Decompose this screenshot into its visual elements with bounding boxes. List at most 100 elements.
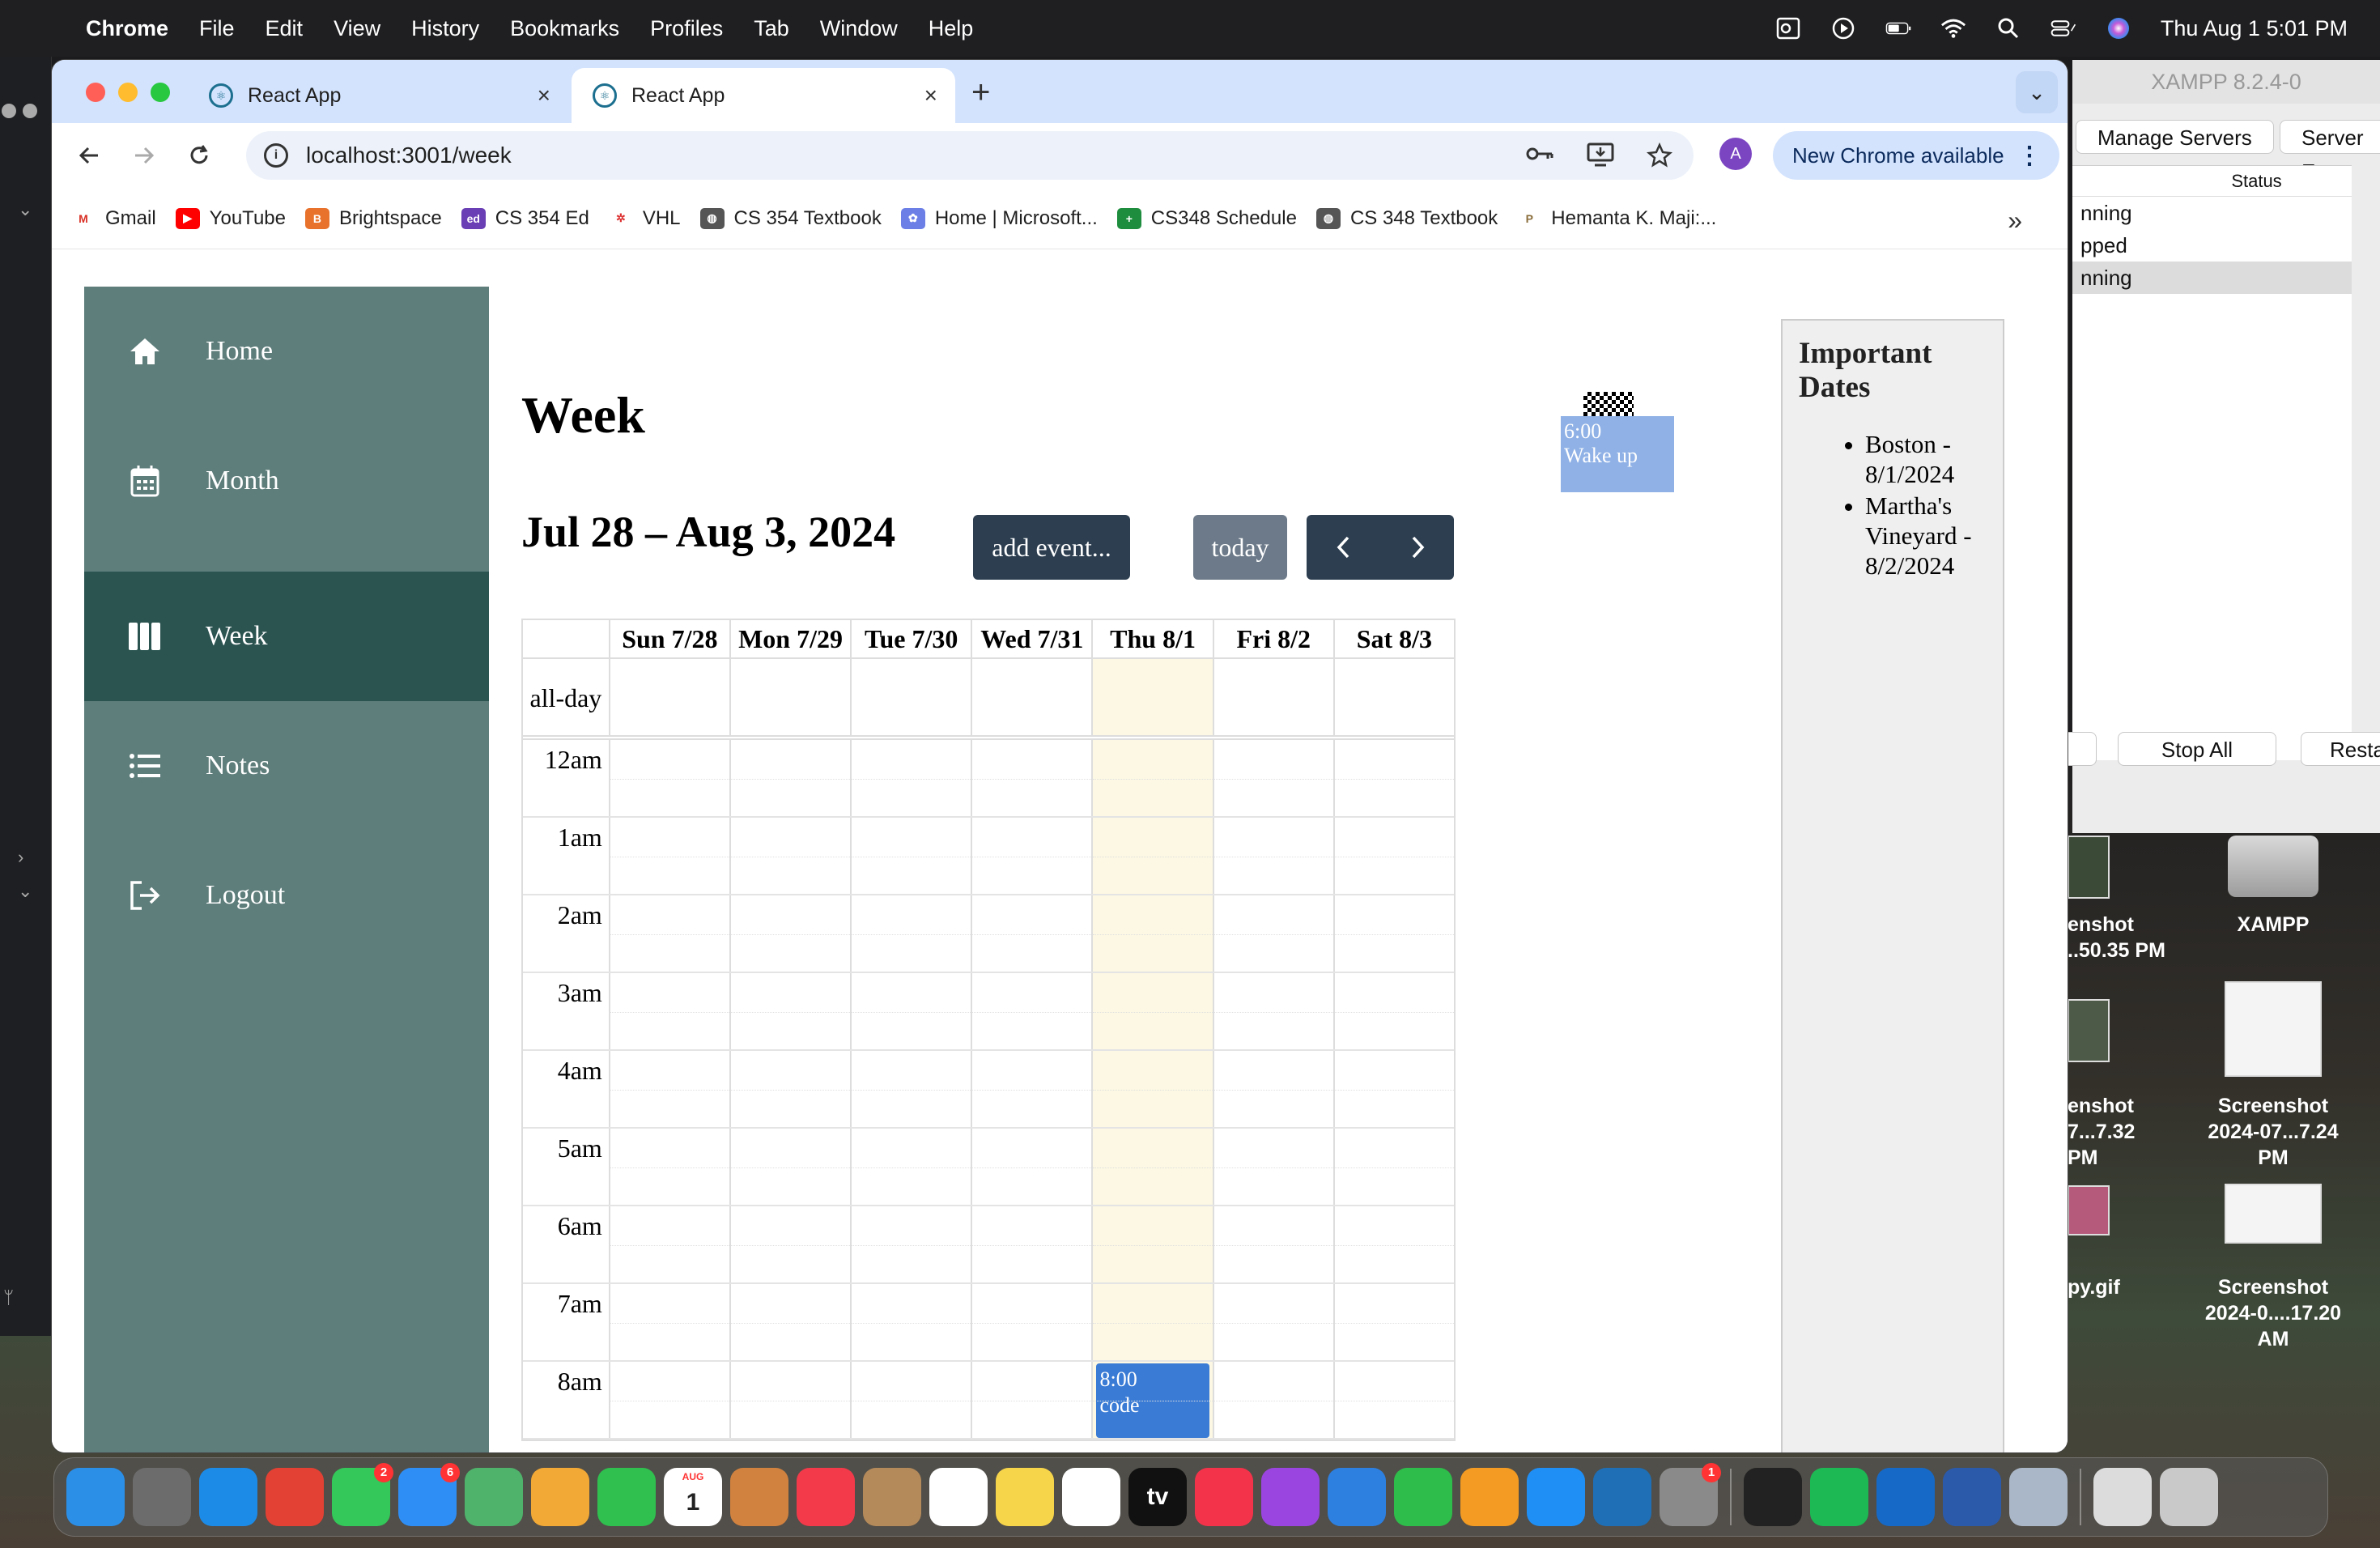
bookmark-star-icon[interactable] — [1647, 142, 1672, 175]
settings-gear-icon[interactable] — [2009, 1468, 2068, 1526]
wifi-icon[interactable] — [1940, 17, 1966, 40]
appletv-icon[interactable]: tv — [1128, 1468, 1187, 1526]
time-slot[interactable] — [1212, 1129, 1333, 1205]
tab-manage-servers[interactable]: Manage Servers — [2076, 120, 2274, 154]
back-button[interactable] — [71, 138, 107, 173]
time-slot[interactable] — [850, 740, 971, 816]
server-list[interactable]: Status nning pped nning — [2072, 165, 2352, 760]
time-slot[interactable] — [1091, 1129, 1213, 1205]
time-slot[interactable] — [1332, 818, 1455, 894]
all-day-cell[interactable] — [971, 659, 1091, 735]
keynote-icon[interactable] — [1328, 1468, 1386, 1526]
bookmark-item[interactable]: ◍ CS 348 Textbook — [1315, 207, 1498, 230]
all-day-cell[interactable] — [1091, 659, 1213, 735]
menu-help[interactable]: Help — [929, 16, 974, 41]
time-slot[interactable] — [729, 1206, 851, 1282]
prev-week-button[interactable] — [1307, 515, 1380, 580]
time-slot[interactable] — [729, 1051, 851, 1127]
numbers-icon[interactable] — [1394, 1468, 1452, 1526]
time-slot[interactable] — [1212, 1206, 1333, 1282]
day-header[interactable]: Sat 8/3 — [1332, 620, 1454, 657]
time-slot[interactable] — [1091, 895, 1213, 972]
day-header[interactable]: Sun 7/28 — [608, 620, 729, 657]
menu-profiles[interactable]: Profiles — [650, 16, 723, 41]
menu-tab[interactable]: Tab — [754, 16, 789, 41]
day-header[interactable]: Mon 7/29 — [729, 620, 850, 657]
time-slot[interactable] — [729, 818, 851, 894]
time-slot[interactable] — [1212, 740, 1333, 816]
day-header[interactable]: Fri 8/2 — [1212, 620, 1333, 657]
stop-all-button[interactable]: Stop All — [2118, 732, 2276, 766]
all-day-cell[interactable] — [850, 659, 971, 735]
time-slot[interactable] — [608, 1206, 730, 1282]
time-slot[interactable] — [850, 1284, 971, 1360]
profile-avatar[interactable]: A — [1719, 138, 1752, 170]
terminal-icon[interactable] — [1744, 1468, 1802, 1526]
time-slot[interactable] — [608, 895, 730, 972]
time-slot[interactable] — [1332, 1051, 1455, 1127]
install-app-icon[interactable] — [1587, 142, 1614, 175]
desktop-file-label[interactable]: 2024-07...7.24 PM — [2192, 1119, 2354, 1171]
bookmark-item[interactable]: ◍ CS 354 Textbook — [699, 207, 882, 230]
restart-button[interactable]: Resta — [2301, 732, 2380, 766]
battery-icon[interactable] — [1885, 17, 1911, 40]
bookmark-item[interactable]: ✲ VHL — [608, 207, 681, 230]
time-slot[interactable] — [608, 1129, 730, 1205]
time-slot[interactable] — [850, 1362, 971, 1438]
notes-icon[interactable] — [996, 1468, 1054, 1526]
time-slot[interactable] — [1212, 895, 1333, 972]
screenshot-thumbnail[interactable] — [2068, 999, 2110, 1062]
server-status-row[interactable]: nning — [2072, 262, 2352, 294]
browser-tab[interactable]: ⚛ React App × — [188, 68, 568, 123]
desktop-file-label[interactable]: XAMPP — [2192, 912, 2354, 938]
nav-home[interactable]: Home — [84, 287, 489, 416]
bookmark-item[interactable]: P Hemanta K. Maji:... — [1517, 207, 1716, 230]
time-slot[interactable] — [971, 1362, 1092, 1438]
time-slot[interactable] — [971, 1206, 1092, 1282]
day-header[interactable]: Thu 8/1 — [1091, 620, 1212, 657]
time-slot[interactable] — [1091, 740, 1213, 816]
time-slot[interactable] — [1091, 973, 1213, 1049]
siri-icon[interactable] — [2106, 17, 2131, 40]
dragged-event[interactable]: 6:00 Wake up — [1561, 416, 1674, 492]
time-slot[interactable] — [850, 1051, 971, 1127]
time-slot[interactable] — [1091, 1206, 1213, 1282]
safari-icon[interactable] — [199, 1468, 257, 1526]
downloads-stack-icon[interactable] — [2093, 1468, 2152, 1526]
desktop-file-label[interactable]: ..50.35 PM — [2068, 938, 2170, 963]
desktop-file-label[interactable]: 7...7.32 PM — [2068, 1119, 2170, 1171]
time-slot[interactable] — [971, 818, 1092, 894]
time-slot[interactable] — [1332, 740, 1455, 816]
keynote-box-icon[interactable] — [730, 1468, 788, 1526]
update-chrome-button[interactable]: New Chrome available ⋮ — [1773, 131, 2059, 180]
menu-window[interactable]: Window — [820, 16, 898, 41]
day-header[interactable]: Wed 7/31 — [971, 620, 1091, 657]
appstore-icon[interactable] — [1527, 1468, 1585, 1526]
today-button[interactable]: today — [1193, 515, 1287, 580]
server-status-row[interactable]: pped — [2072, 229, 2352, 262]
media-play-icon[interactable] — [1830, 17, 1856, 40]
close-tab-icon[interactable]: × — [924, 83, 937, 108]
time-slot[interactable]: 8:00 code — [1091, 1362, 1213, 1438]
time-slot[interactable] — [1212, 818, 1333, 894]
day-header[interactable]: Tue 7/30 — [850, 620, 971, 657]
apple-icon[interactable] — [31, 15, 55, 41]
menu-history[interactable]: History — [411, 16, 479, 41]
time-slot[interactable] — [850, 973, 971, 1049]
time-slot[interactable] — [1212, 973, 1333, 1049]
time-slot[interactable] — [971, 1284, 1092, 1360]
tab-search-button[interactable]: ⌄ — [2016, 71, 2058, 113]
desktop-file-label[interactable]: enshot — [2068, 912, 2170, 938]
nav-logout[interactable]: Logout — [84, 831, 489, 960]
new-tab-button[interactable]: + — [971, 74, 990, 111]
time-slot[interactable] — [1091, 1284, 1213, 1360]
screenshot-thumbnail[interactable] — [2225, 981, 2322, 1077]
desktop-file-label[interactable]: 2024-0....17.20 AM — [2192, 1300, 2354, 1352]
time-slot[interactable] — [971, 973, 1092, 1049]
time-slot[interactable] — [971, 895, 1092, 972]
music-icon[interactable] — [1195, 1468, 1253, 1526]
calendar-icon[interactable]: AUG 1 — [664, 1468, 722, 1526]
time-slot[interactable] — [608, 1284, 730, 1360]
desktop-file-label[interactable]: Screenshot — [2192, 1274, 2354, 1300]
menu-view[interactable]: View — [334, 16, 380, 41]
